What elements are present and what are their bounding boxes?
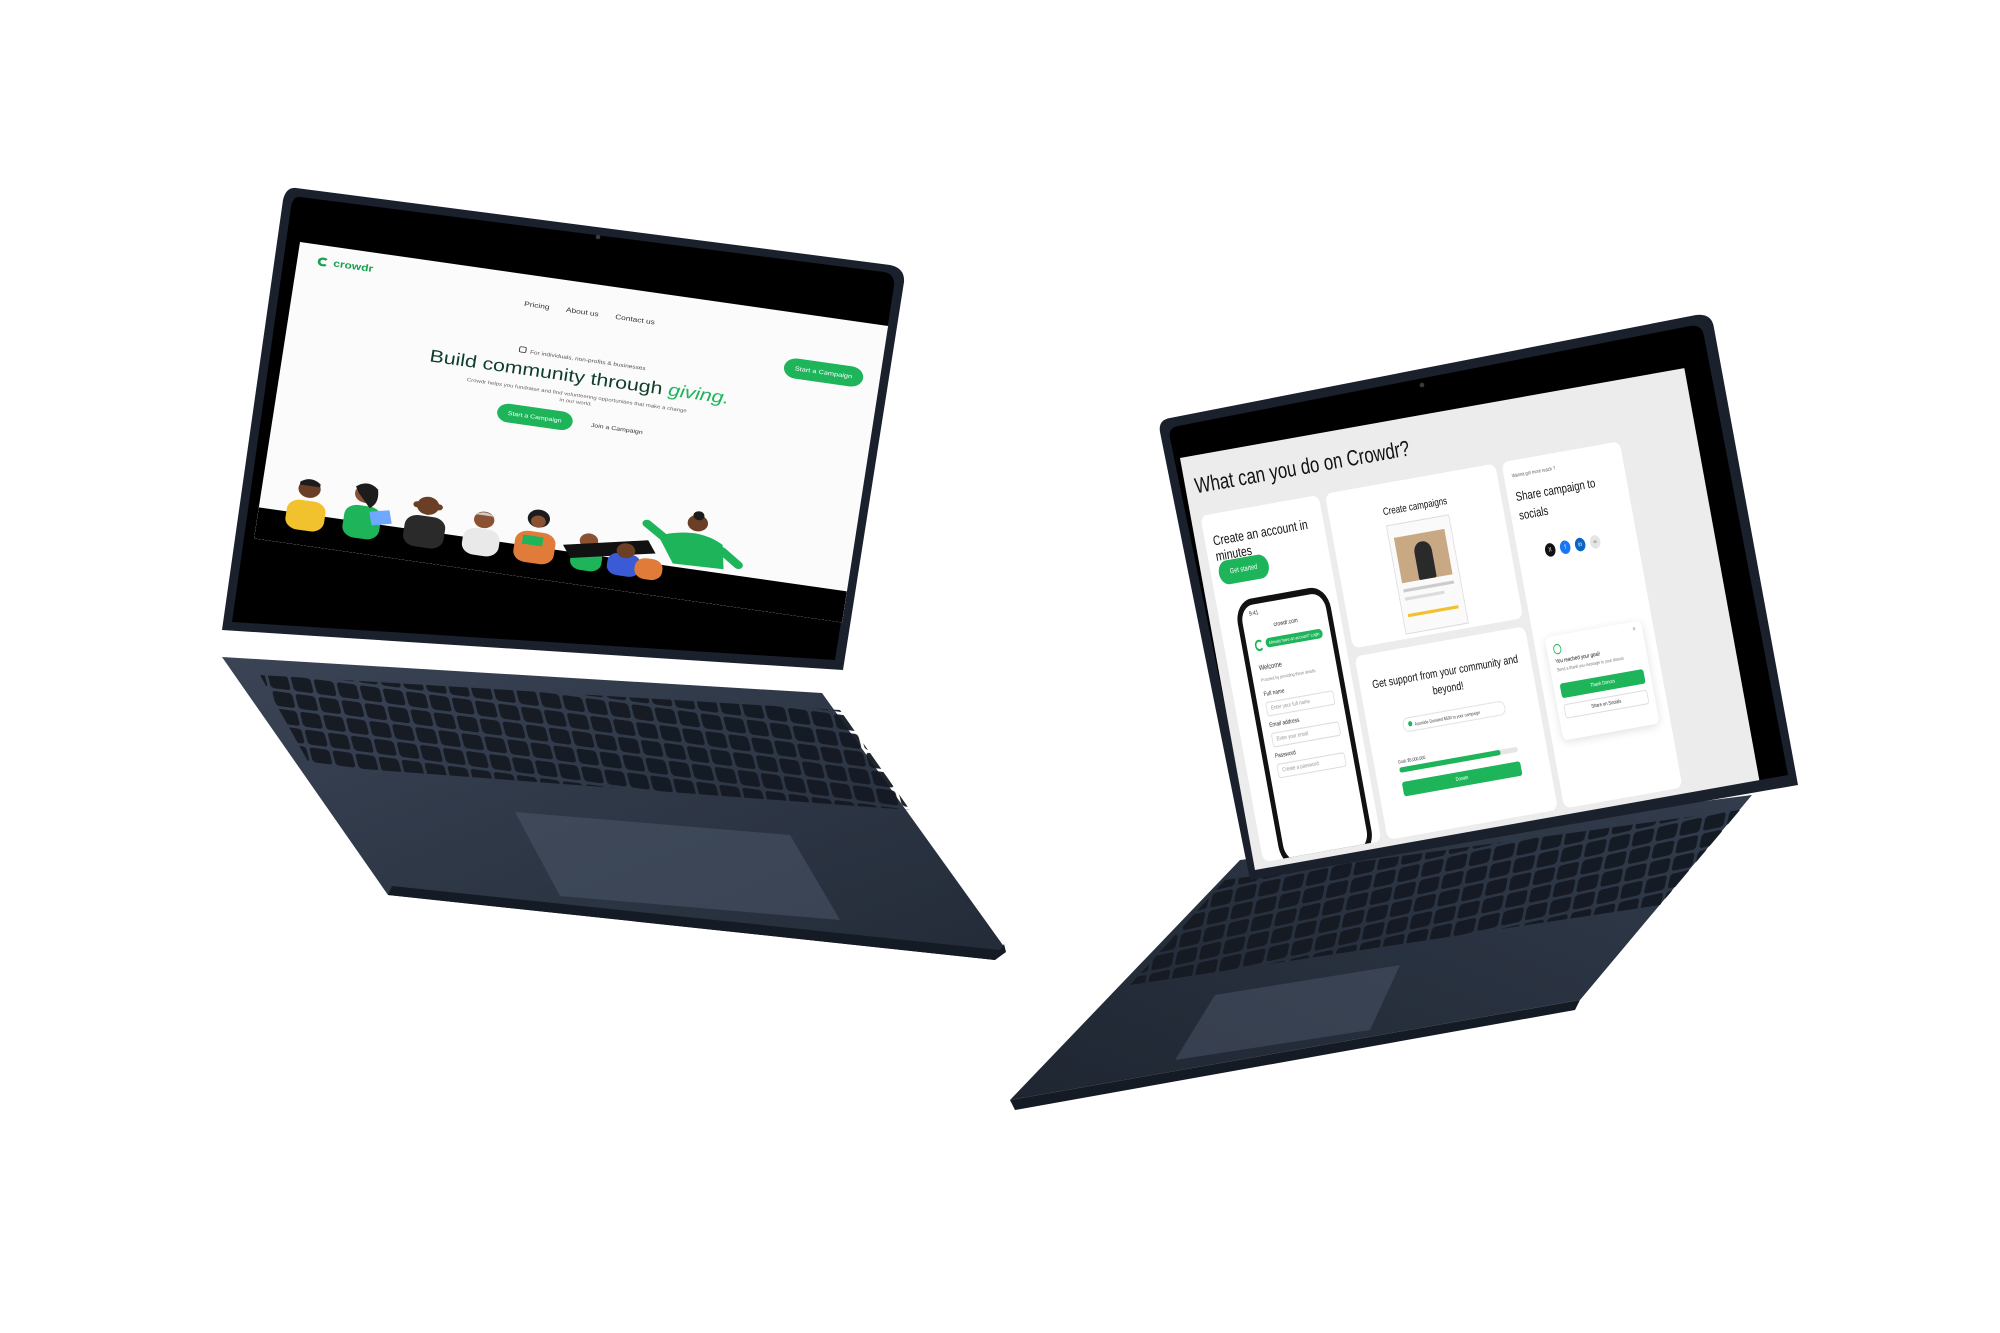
laptop-2-screen: What can you do on Crowdr? Create an acc…: [1180, 368, 1760, 870]
start-campaign-button[interactable]: Start a Campaign: [495, 402, 575, 432]
person-figure: [285, 479, 326, 532]
person-figure: [461, 511, 500, 557]
tag-icon: [518, 346, 528, 354]
nav-about-us[interactable]: About us: [566, 306, 600, 318]
donation-notification: Ayomide Donated $500 to your campaign: [1401, 700, 1507, 733]
nav-pricing[interactable]: Pricing: [524, 300, 550, 311]
join-campaign-link[interactable]: Join a Campaign: [584, 415, 650, 442]
logo-mark-icon: [317, 256, 330, 267]
share-eyebrow: Wanna get more reach ?: [1511, 465, 1556, 480]
logo-mark-icon: [1253, 638, 1265, 652]
campaign-text-lines: [1403, 580, 1455, 593]
campaign-progress: [1407, 605, 1459, 618]
notification-icon: [1407, 720, 1413, 727]
x-icon[interactable]: X: [1543, 542, 1557, 558]
close-icon[interactable]: ×: [1632, 626, 1637, 634]
notification-text: Ayomide Donated $500 to your campaign: [1414, 709, 1481, 727]
social-icons: X f in ∞: [1543, 534, 1602, 558]
campaign-photo: [1393, 528, 1453, 584]
person-figure: [402, 496, 446, 549]
card-create-campaigns: Create campaigns: [1324, 463, 1524, 649]
card-get-support: Get support from your community and beyo…: [1354, 626, 1559, 840]
card-account-title: Create an account in minutes: [1211, 516, 1309, 565]
brand-name: crowdr: [332, 257, 375, 275]
person-figure: [1412, 539, 1437, 581]
start-campaign-header-button[interactable]: Start a Campaign: [782, 356, 865, 389]
success-icon: [1552, 643, 1563, 655]
person-figure: [513, 509, 556, 565]
phone-logo-row: Already have an account? Login: [1253, 628, 1324, 653]
linkedin-icon[interactable]: in: [1573, 536, 1587, 553]
nav-contact-us[interactable]: Contact us: [615, 313, 656, 326]
campaign-preview: [1385, 514, 1469, 635]
card-share-title: Share campaign to socials: [1514, 475, 1597, 523]
campaign-text-lines: [1404, 590, 1445, 601]
facebook-icon[interactable]: f: [1558, 539, 1572, 555]
laptop-1-base: [222, 657, 1006, 960]
headline-accent: giving.: [666, 379, 731, 408]
goal-reached-popup: × You reached your goal! Send a thank yo…: [1544, 620, 1660, 741]
login-notice[interactable]: Already have an account? Login: [1264, 628, 1324, 648]
link-icon[interactable]: ∞: [1588, 534, 1602, 550]
